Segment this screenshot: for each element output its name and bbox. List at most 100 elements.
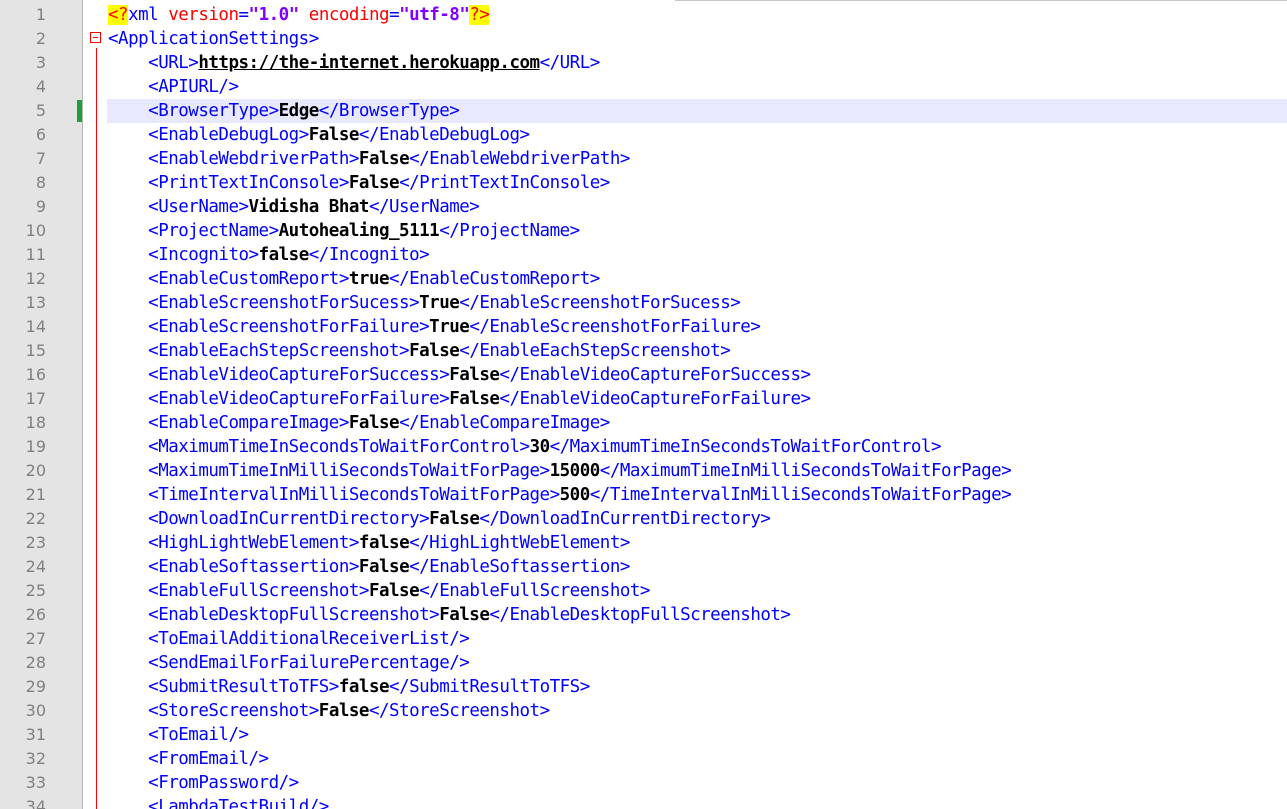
code-line[interactable]: 34 <LambdaTestBuild/> <box>0 795 1287 809</box>
setting-timeintervalinmillisecondstowaitforpage[interactable]: <TimeIntervalInMilliSecondsToWaitForPage… <box>108 483 1012 507</box>
setting-enabledebuglog[interactable]: <EnableDebugLog>False</EnableDebugLog> <box>108 123 530 147</box>
code-line[interactable]: 11 <Incognito>false</Incognito> <box>0 243 1287 267</box>
open-tag: <DownloadInCurrentDirectory> <box>148 509 430 529</box>
code-line[interactable]: 4 <APIURL/> <box>0 75 1287 99</box>
code-line[interactable]: 17 <EnableVideoCaptureForFailure>False</… <box>0 387 1287 411</box>
root-open-tag[interactable]: <ApplicationSettings> <box>108 27 319 51</box>
setting-toemail[interactable]: <ToEmail/> <box>108 723 249 747</box>
setting-toemailadditionalreceiverlist[interactable]: <ToEmailAdditionalReceiverList/> <box>108 627 470 651</box>
code-line[interactable]: 5 <BrowserType>Edge</BrowserType> <box>0 99 1287 123</box>
edge-rule <box>675 0 1287 1</box>
line-number: 23 <box>25 533 46 552</box>
open-tag: <EnableScreenshotForSucess> <box>148 293 420 313</box>
setting-sendemailforfailurepercentage[interactable]: <SendEmailForFailurePercentage/> <box>108 651 470 675</box>
line-number: 20 <box>25 461 46 480</box>
setting-enablecompareimage[interactable]: <EnableCompareImage>False</EnableCompare… <box>108 411 610 435</box>
setting-value: False <box>358 149 410 169</box>
code-line[interactable]: 24 <EnableSoftassertion>False</EnableSof… <box>0 555 1287 579</box>
setting-frompassword[interactable]: <FromPassword/> <box>108 771 299 795</box>
setting-fromemail[interactable]: <FromEmail/> <box>108 747 269 771</box>
code-line[interactable]: 8 <PrintTextInConsole>False</PrintTextIn… <box>0 171 1287 195</box>
setting-value: True <box>419 293 460 313</box>
self-closing-tag: <ToEmail/> <box>148 725 249 745</box>
setting-enablesoftassertion[interactable]: <EnableSoftassertion>False</EnableSoftas… <box>108 555 630 579</box>
setting-enablewebdriverpath[interactable]: <EnableWebdriverPath>False</EnableWebdri… <box>108 147 630 171</box>
code-line[interactable]: 22 <DownloadInCurrentDirectory>False</Do… <box>0 507 1287 531</box>
line-number: 5 <box>35 101 46 120</box>
line-number: 16 <box>25 365 46 384</box>
open-tag: <EnableCompareImage> <box>148 413 349 433</box>
line-number: 6 <box>35 125 46 144</box>
setting-maximumtimeinmillisecondstowaitforpage[interactable]: <MaximumTimeInMilliSecondsToWaitForPage>… <box>108 459 1012 483</box>
url-link[interactable]: https://the-internet.herokuapp.com <box>198 53 540 73</box>
code-line[interactable]: 20 <MaximumTimeInMilliSecondsToWaitForPa… <box>0 459 1287 483</box>
setting-enablefullscreenshot[interactable]: <EnableFullScreenshot>False</EnableFullS… <box>108 579 650 603</box>
setting-enableeachstepscreenshot[interactable]: <EnableEachStepScreenshot>False</EnableE… <box>108 339 731 363</box>
setting-downloadincurrentdirectory[interactable]: <DownloadInCurrentDirectory>False</Downl… <box>108 507 771 531</box>
self-closing-tag: <SendEmailForFailurePercentage/> <box>148 653 470 673</box>
open-tag: <EnableDesktopFullScreenshot> <box>148 605 440 625</box>
code-line[interactable]: 15 <EnableEachStepScreenshot>False</Enab… <box>0 339 1287 363</box>
close-tag: </MaximumTimeInMilliSecondsToWaitForPage… <box>599 461 1012 481</box>
setting-enablecustomreport[interactable]: <EnableCustomReport>true</EnableCustomRe… <box>108 267 600 291</box>
close-tag: </SubmitResultToTFS> <box>389 677 590 697</box>
line-number: 32 <box>25 749 46 768</box>
code-line[interactable]: 31 <ToEmail/> <box>0 723 1287 747</box>
code-line[interactable]: 14 <EnableScreenshotForFailure>True</Ena… <box>0 315 1287 339</box>
open-tag: <EnableDebugLog> <box>148 125 309 145</box>
setting-highlightwebelement[interactable]: <HighLightWebElement>false</HighLightWeb… <box>108 531 630 555</box>
setting-projectname[interactable]: <ProjectName>Autohealing_5111</ProjectNa… <box>108 219 580 243</box>
close-tag: </Incognito> <box>308 245 430 265</box>
attr-name: version <box>168 5 239 25</box>
setting-incognito[interactable]: <Incognito>false</Incognito> <box>108 243 430 267</box>
setting-maximumtimeinsecondstowaitforcontrol[interactable]: <MaximumTimeInSecondsToWaitForControl>30… <box>108 435 941 459</box>
code-line[interactable]: 2 <ApplicationSettings> <box>0 27 1287 51</box>
setting-value: true <box>348 269 390 289</box>
code-line[interactable]: 1 <?xml version="1.0" encoding="utf-8"?> <box>0 3 1287 27</box>
setting-lambdatestbuild[interactable]: <LambdaTestBuild/> <box>108 795 329 809</box>
setting-url[interactable]: <URL>https://the-internet.herokuapp.com<… <box>108 51 600 75</box>
code-line[interactable]: 21 <TimeIntervalInMilliSecondsToWaitForP… <box>0 483 1287 507</box>
code-line[interactable]: 19 <MaximumTimeInSecondsToWaitForControl… <box>0 435 1287 459</box>
code-line[interactable]: 10 <ProjectName>Autohealing_5111</Projec… <box>0 219 1287 243</box>
close-tag: </PrintTextInConsole> <box>399 173 610 193</box>
open-tag: <URL> <box>148 53 199 73</box>
code-line[interactable]: 7 <EnableWebdriverPath>False</EnableWebd… <box>0 147 1287 171</box>
setting-storescreenshot[interactable]: <StoreScreenshot>False</StoreScreenshot> <box>108 699 550 723</box>
open-tag: <EnableCustomReport> <box>148 269 349 289</box>
code-line[interactable]: 6 <EnableDebugLog>False</EnableDebugLog> <box>0 123 1287 147</box>
pi-close: ?> <box>469 5 490 25</box>
code-line[interactable]: 12 <EnableCustomReport>true</EnableCusto… <box>0 267 1287 291</box>
setting-browsertype[interactable]: <BrowserType>Edge</BrowserType> <box>108 99 460 123</box>
code-line[interactable]: 3 <URL>https://the-internet.herokuapp.co… <box>0 51 1287 75</box>
code-line[interactable]: 18 <EnableCompareImage>False</EnableComp… <box>0 411 1287 435</box>
line-number: 7 <box>35 149 46 168</box>
setting-enablescreenshotforsucess[interactable]: <EnableScreenshotForSucess>True</EnableS… <box>108 291 741 315</box>
code-line[interactable]: 9 <UserName>Vidisha Bhat</UserName> <box>0 195 1287 219</box>
code-line[interactable]: 13 <EnableScreenshotForSucess>True</Enab… <box>0 291 1287 315</box>
setting-printtextinconsole[interactable]: <PrintTextInConsole>False</PrintTextInCo… <box>108 171 610 195</box>
code-line[interactable]: 16 <EnableVideoCaptureForSuccess>False</… <box>0 363 1287 387</box>
code-line[interactable]: 23 <HighLightWebElement>false</HighLight… <box>0 531 1287 555</box>
close-tag: </TimeIntervalInMilliSecondsToWaitForPag… <box>589 485 1012 505</box>
code-line[interactable]: 29 <SubmitResultToTFS>false</SubmitResul… <box>0 675 1287 699</box>
setting-enablescreenshotforfailure[interactable]: <EnableScreenshotForFailure>True</Enable… <box>108 315 761 339</box>
setting-submitresulttotfs[interactable]: <SubmitResultToTFS>false</SubmitResultTo… <box>108 675 590 699</box>
setting-apiurl[interactable]: <APIURL/> <box>108 75 239 99</box>
code-line[interactable]: 32 <FromEmail/> <box>0 747 1287 771</box>
open-tag: <SubmitResultToTFS> <box>148 677 339 697</box>
code-line[interactable]: 28 <SendEmailForFailurePercentage/> <box>0 651 1287 675</box>
code-line[interactable]: 27 <ToEmailAdditionalReceiverList/> <box>0 627 1287 651</box>
code-line[interactable]: 25 <EnableFullScreenshot>False</EnableFu… <box>0 579 1287 603</box>
code-line[interactable]: 33 <FromPassword/> <box>0 771 1287 795</box>
setting-username[interactable]: <UserName>Vidisha Bhat</UserName> <box>108 195 480 219</box>
xml-editor[interactable]: 1 <?xml version="1.0" encoding="utf-8"?>… <box>0 0 1287 809</box>
line-number: 3 <box>35 53 46 72</box>
xml-declaration[interactable]: <?xml version="1.0" encoding="utf-8"?> <box>108 3 490 27</box>
setting-enabledesktopfullscreenshot[interactable]: <EnableDesktopFullScreenshot>False</Enab… <box>108 603 791 627</box>
setting-enablevideocaptureforfailure[interactable]: <EnableVideoCaptureForFailure>False</Ena… <box>108 387 811 411</box>
code-line[interactable]: 30 <StoreScreenshot>False</StoreScreensh… <box>0 699 1287 723</box>
code-line[interactable]: 26 <EnableDesktopFullScreenshot>False</E… <box>0 603 1287 627</box>
setting-value: false <box>258 245 310 265</box>
setting-enablevideocaptureforsuccess[interactable]: <EnableVideoCaptureForSuccess>False</Ena… <box>108 363 811 387</box>
